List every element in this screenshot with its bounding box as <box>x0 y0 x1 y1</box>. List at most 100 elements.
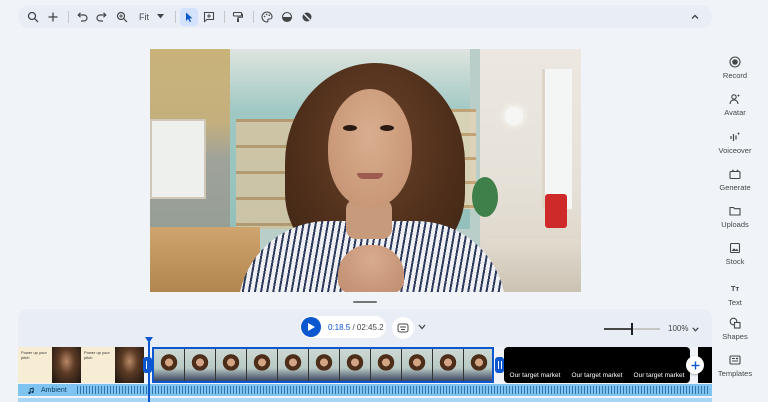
mask-icon[interactable] <box>298 8 316 26</box>
clip-thumbnail <box>340 349 371 381</box>
clip-thumbnail <box>185 349 216 381</box>
sidebar-item-templates[interactable]: Templates <box>712 346 758 383</box>
sidebar-item-label: Voiceover <box>718 145 752 155</box>
sidebar-item-record[interactable]: Record <box>712 48 758 85</box>
presenter-hands <box>338 245 404 292</box>
sidebar-item-shapes[interactable]: Shapes <box>712 309 758 346</box>
sidebar-item-voiceover[interactable]: Voiceover <box>712 123 758 160</box>
sidebar-item-avatar[interactable]: Avatar <box>712 85 758 122</box>
background-window <box>542 69 572 209</box>
clip-thumbnail <box>278 349 309 381</box>
chevron-down-icon[interactable] <box>690 324 700 334</box>
timeline-zoom-fill <box>604 328 632 330</box>
clip-thumbnail <box>464 349 492 381</box>
presenter-mouth <box>357 173 383 179</box>
undo-icon[interactable] <box>73 8 91 26</box>
plus-icon <box>691 361 699 369</box>
sidebar-item-label: Shapes <box>722 332 748 342</box>
presenter-eye <box>343 125 357 131</box>
timeline-clip[interactable]: Our target market Our target market Our … <box>504 347 690 383</box>
audio-track-label: Ambient <box>28 387 67 394</box>
presenter-eye <box>380 125 394 131</box>
redo-icon[interactable] <box>93 8 111 26</box>
background-lamp <box>505 107 523 125</box>
avatar-icon <box>729 94 741 105</box>
captions-button[interactable] <box>392 317 414 339</box>
sidebar-item-text[interactable]: Tт Text <box>712 272 758 309</box>
right-sidebar: Record Avatar Voiceover Generate Uploads… <box>712 48 758 384</box>
zoom-fit-label[interactable]: Fit <box>139 12 149 22</box>
clip-thumbnail <box>52 347 81 383</box>
templates-icon <box>729 355 741 365</box>
add-scene-button[interactable] <box>686 356 704 374</box>
clip-text: Our target market <box>633 372 685 379</box>
generate-icon <box>729 168 741 179</box>
video-canvas[interactable] <box>150 49 581 292</box>
plus-icon[interactable] <box>44 8 62 26</box>
playback-time: 0:18.5 / 02:45.2 <box>328 323 384 332</box>
timeline-clip[interactable]: Power up your pitch Power up your pitch <box>18 347 144 383</box>
panel-resize-handle[interactable] <box>353 301 377 303</box>
time-separator: / <box>350 322 357 332</box>
sidebar-item-stock[interactable]: Stock <box>712 234 758 271</box>
caret-down-icon[interactable] <box>153 8 167 26</box>
play-icon <box>307 323 315 331</box>
sidebar-item-label: Text <box>728 297 742 307</box>
add-comment-icon[interactable] <box>200 8 218 26</box>
clip-thumbnail <box>216 349 247 381</box>
play-button[interactable] <box>301 317 321 337</box>
clip-text: Our target market <box>509 372 561 379</box>
thumbnail-title: Power up your pitch <box>21 350 47 360</box>
toolbar-divider <box>224 10 225 23</box>
clip-thumbnail <box>402 349 433 381</box>
background-whiteboard <box>150 119 206 199</box>
sidebar-item-label: Templates <box>717 369 753 379</box>
clip-thumbnail: Power up your pitch <box>81 347 115 383</box>
presenter-face <box>328 89 412 207</box>
stock-icon <box>729 243 741 254</box>
clip-thumbnail: Power up your pitch <box>18 347 52 383</box>
zoom-percentage[interactable]: 100% <box>668 324 688 333</box>
palette-icon[interactable] <box>258 8 276 26</box>
voiceover-icon <box>730 131 741 141</box>
sidebar-item-label: Uploads <box>721 220 749 230</box>
toolbar-divider <box>253 10 254 23</box>
clip-thumbnail <box>247 349 278 381</box>
audio-track[interactable]: Ambient <box>18 384 712 396</box>
clip-thumbnail <box>371 349 402 381</box>
timeline-zoom-thumb[interactable] <box>631 323 633 335</box>
clip-thumbnail <box>309 349 340 381</box>
captions-icon <box>397 323 409 333</box>
record-icon <box>729 56 741 68</box>
folder-icon <box>729 207 741 216</box>
chevron-up-icon[interactable] <box>686 8 704 26</box>
total-time: 02:45.2 <box>356 322 384 332</box>
paint-format-icon[interactable] <box>229 8 247 26</box>
shapes-icon <box>729 317 741 329</box>
pointer-icon[interactable] <box>180 7 198 26</box>
clip-trim-handle-right[interactable] <box>495 357 504 373</box>
audio-track-name: Ambient <box>41 386 67 394</box>
clip-text: Our target market <box>571 372 623 379</box>
music-note-icon <box>28 386 34 394</box>
sidebar-item-uploads[interactable]: Uploads <box>712 197 758 234</box>
clip-thumbnail <box>154 349 185 381</box>
chevron-down-icon[interactable] <box>416 321 428 333</box>
text-icon: Tт <box>730 283 740 293</box>
sidebar-item-label: Record <box>722 71 748 80</box>
audio-track-secondary <box>18 398 712 402</box>
background-red-object <box>545 194 567 228</box>
sidebar-item-label: Stock <box>725 257 745 267</box>
search-icon[interactable] <box>24 8 42 26</box>
thumbnail-title: Power up your pitch <box>84 350 110 360</box>
playback-pill: 0:18.5 / 02:45.2 <box>300 316 386 338</box>
sidebar-item-label: Avatar <box>724 108 746 118</box>
fill-icon[interactable] <box>278 8 296 26</box>
playhead-line[interactable] <box>148 342 150 402</box>
background-plant <box>472 177 498 217</box>
zoom-in-icon[interactable] <box>113 8 131 26</box>
selected-timeline-clip[interactable] <box>152 347 494 383</box>
sidebar-item-generate[interactable]: Generate <box>712 160 758 197</box>
toolbar-divider <box>175 10 176 23</box>
sidebar-item-label: Generate <box>719 182 751 192</box>
